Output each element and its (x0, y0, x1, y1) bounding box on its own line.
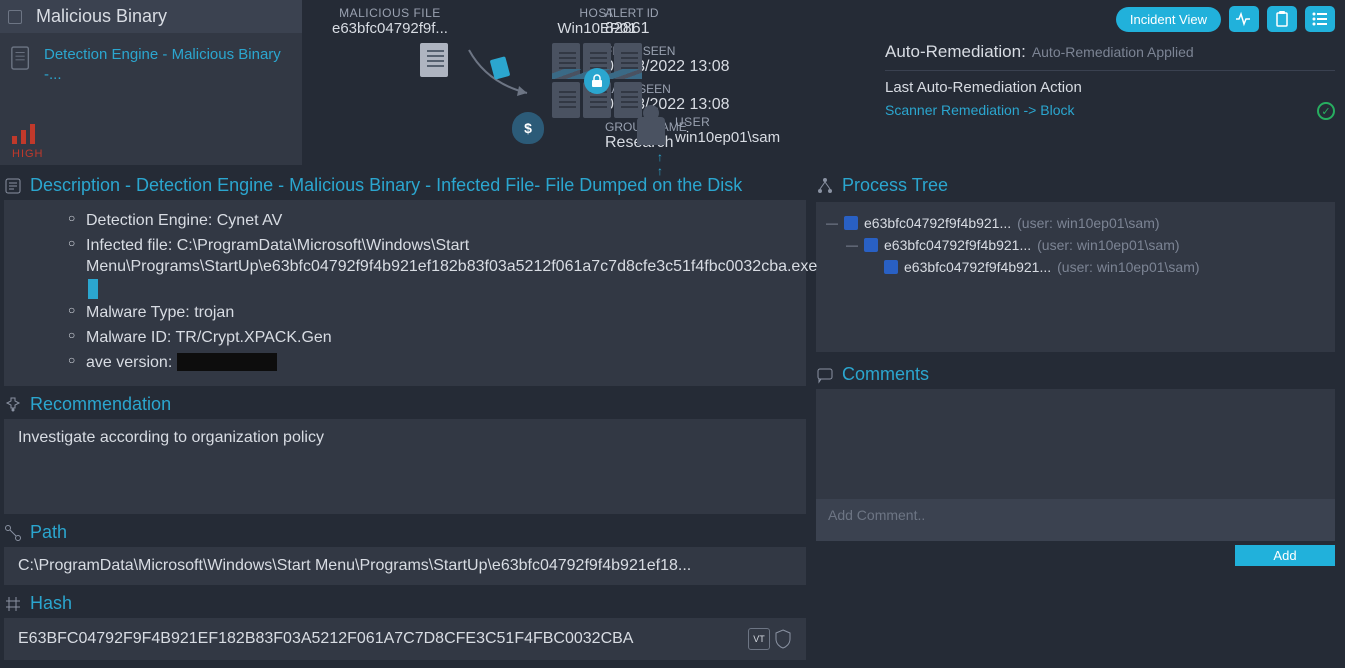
user-label: USER (675, 115, 780, 129)
desc-item: Infected file: C:\ProgramData\Microsoft\… (68, 235, 792, 300)
last-action-label: Last Auto-Remediation Action (885, 79, 1335, 96)
description-title: Description - Detection Engine - Malicio… (30, 175, 742, 196)
auto-remediation-row: Auto-Remediation: Auto-Remediation Appli… (885, 42, 1335, 71)
tree-row[interactable]: — e63bfc04792f9f4b921... (user: win10ep0… (826, 212, 1325, 234)
desc-item: Malware Type: trojan (68, 302, 792, 324)
host-files-icon (552, 43, 642, 118)
nav-item-detection[interactable]: Detection Engine - Malicious Binary -... (0, 33, 302, 94)
process-name: e63bfc04792f9f4b921... (864, 215, 1011, 231)
moneybag-icon: $ (512, 112, 544, 144)
clipboard-button[interactable] (1267, 6, 1297, 32)
process-tree-title: Process Tree (842, 175, 948, 196)
process-icon (844, 216, 858, 230)
hash-body: E63BFC04792F9F4B921EF182B83F03A5212F061A… (4, 618, 806, 660)
process-name: e63bfc04792f9f4b921... (904, 259, 1051, 275)
diagram-area: MALICIOUS FILE e63bfc04792f9f... HOST Wi… (302, 0, 605, 165)
list-button[interactable] (1305, 6, 1335, 32)
text-cursor-icon (88, 279, 98, 299)
tree-toggle-icon[interactable]: — (826, 216, 838, 230)
process-tree-body: — e63bfc04792f9f4b921... (user: win10ep0… (816, 202, 1335, 352)
severity-label: HIGH (12, 148, 302, 160)
host-node[interactable]: HOST Win10EP01 (552, 6, 642, 118)
nav-header: Malicious Binary (0, 0, 302, 33)
tree-toggle-icon[interactable]: — (846, 238, 858, 252)
last-action-link[interactable]: Scanner Remediation -> Block (885, 102, 1075, 118)
process-user: (user: win10ep01\sam) (1037, 237, 1179, 253)
description-icon (4, 177, 22, 195)
file-icon (420, 43, 448, 77)
nav-item-label: Detection Engine - Malicious Binary -... (44, 45, 292, 84)
incident-view-button[interactable]: Incident View (1116, 7, 1221, 32)
process-tree-icon (816, 177, 834, 195)
recommendation-title: Recommendation (30, 394, 171, 415)
document-icon (10, 45, 32, 71)
first-seen-label: FIRST SEEN (605, 44, 885, 58)
desc-item: ave version: (68, 352, 792, 374)
severity-bars-icon (12, 124, 302, 144)
alert-id-value: 82861 (605, 20, 885, 38)
comments-title: Comments (842, 364, 929, 385)
file-value: e63bfc04792f9f... (332, 20, 448, 37)
severity-indicator: HIGH (0, 94, 302, 160)
path-icon (4, 524, 22, 542)
file-label: MALICIOUS FILE (332, 6, 448, 20)
redacted-block (177, 353, 277, 371)
checkmark-circle-icon: ✓ (1317, 102, 1335, 120)
hash-icon (4, 595, 22, 613)
clipboard-icon (1275, 11, 1289, 27)
recommendation-body: Investigate according to organization po… (4, 419, 806, 514)
comments-icon (816, 366, 834, 384)
hash-value: E63BFC04792F9F4B921EF182B83F03A5212F061A… (18, 630, 740, 648)
alert-id-label: ALERT ID (605, 6, 885, 20)
activity-button[interactable] (1229, 6, 1259, 32)
auto-remediation-value: Auto-Remediation Applied (1032, 44, 1194, 60)
user-icon (637, 117, 665, 145)
user-value: win10ep01\sam (675, 129, 780, 146)
shield-icon[interactable] (774, 629, 792, 649)
description-body: Detection Engine: Cynet AV Infected file… (4, 200, 806, 386)
user-node[interactable]: USER win10ep01\sam (637, 115, 780, 146)
tree-row[interactable]: e63bfc04792f9f4b921... (user: win10ep01\… (826, 256, 1325, 278)
left-nav-panel: Malicious Binary Detection Engine - Mali… (0, 0, 302, 165)
host-label: HOST (552, 6, 642, 20)
lock-icon (584, 68, 610, 94)
malicious-file-node[interactable]: MALICIOUS FILE e63bfc04792f9f... (332, 6, 448, 80)
process-user: (user: win10ep01\sam) (1017, 215, 1159, 231)
comment-input[interactable]: Add Comment.. (816, 499, 1335, 541)
expand-arrows-icon[interactable]: ↑ ↑ ↑ (657, 150, 665, 192)
last-seen-label: LAST SEEN (605, 82, 885, 96)
nav-title: Malicious Binary (36, 6, 167, 27)
host-value: Win10EP01 (552, 20, 642, 37)
path-title: Path (30, 522, 67, 543)
pulse-icon (1235, 12, 1253, 26)
recommendation-icon (4, 396, 22, 414)
auto-remediation-label: Auto-Remediation: (885, 42, 1026, 62)
process-icon (864, 238, 878, 252)
select-alert-checkbox[interactable] (8, 10, 22, 24)
comments-body (816, 389, 1335, 499)
desc-item: Malware ID: TR/Crypt.XPACK.Gen (68, 327, 792, 349)
tree-row[interactable]: — e63bfc04792f9f4b921... (user: win10ep0… (826, 234, 1325, 256)
virustotal-button[interactable]: VT (748, 628, 770, 650)
first-seen-value: 07/03/2022 13:08 (605, 58, 885, 76)
desc-item: Detection Engine: Cynet AV (68, 210, 792, 232)
list-icon (1312, 12, 1328, 26)
add-comment-button[interactable]: Add (1235, 545, 1335, 566)
hash-title: Hash (30, 593, 72, 614)
process-name: e63bfc04792f9f4b921... (884, 237, 1031, 253)
path-value: C:\ProgramData\Microsoft\Windows\Start M… (18, 557, 792, 575)
process-user: (user: win10ep01\sam) (1057, 259, 1199, 275)
path-body: C:\ProgramData\Microsoft\Windows\Start M… (4, 547, 806, 585)
process-icon (884, 260, 898, 274)
